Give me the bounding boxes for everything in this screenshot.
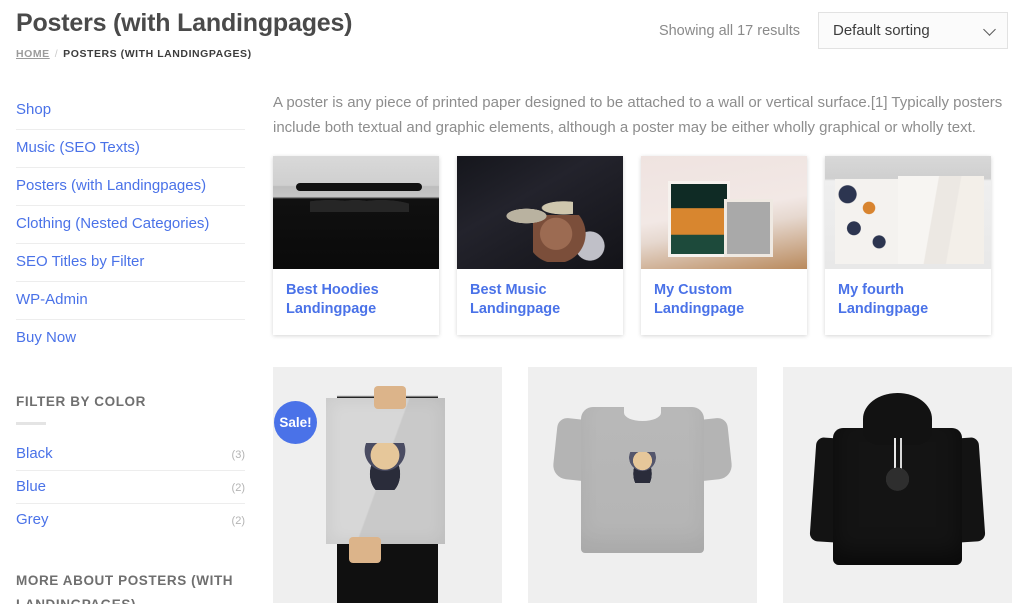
landingpage-title-link[interactable]: My Custom Landingpage <box>654 281 794 319</box>
main-content: A poster is any piece of printed paper d… <box>245 72 1024 604</box>
page-header: Posters (with Landingpages) HOME / POSTERS… <box>0 0 1024 72</box>
landingpage-title-wrap: Best Music Landingpage <box>457 269 623 335</box>
product-card[interactable] <box>783 367 1012 603</box>
sidebar-item-music[interactable]: Music (SEO Texts) <box>16 130 245 168</box>
sidebar-link-music[interactable]: Music (SEO Texts) <box>16 130 245 167</box>
breadcrumb-current: POSTERS (WITH LANDINGPAGES) <box>63 48 252 60</box>
filter-item-black[interactable]: Black (3) <box>16 438 245 471</box>
filter-link-black[interactable]: Black <box>16 445 53 462</box>
landingpage-title-wrap: Best Hoodies Landingpage <box>273 269 439 335</box>
landingpage-title-link[interactable]: Best Music Landingpage <box>470 281 610 319</box>
ninja-graphic <box>628 451 657 483</box>
category-description: A poster is any piece of printed paper d… <box>273 94 1003 136</box>
breadcrumb-separator: / <box>54 48 59 60</box>
sale-badge: Sale! <box>274 401 317 444</box>
landingpage-card[interactable]: My fourth Landingpage <box>825 156 991 335</box>
chevron-down-icon <box>983 22 996 36</box>
sidebar-item-posters[interactable]: Posters (with Landingpages) <box>16 168 245 206</box>
hoodie-hood <box>863 392 932 445</box>
landingpage-title-link[interactable]: My fourth Landingpage <box>838 281 978 319</box>
filter-widget-rule <box>16 422 46 425</box>
black-ninja-hoodie[interactable] <box>783 367 1012 603</box>
white-clothes-rack-photo <box>825 156 991 269</box>
landingpage-card[interactable]: Best Hoodies Landingpage <box>273 156 439 335</box>
sorting-select[interactable]: Default sorting <box>818 12 1008 49</box>
ninja-graphic <box>883 466 912 500</box>
ninja-graphic <box>362 442 409 490</box>
sidebar-item-clothing[interactable]: Clothing (Nested Categories) <box>16 206 245 244</box>
landingpage-card[interactable]: My Custom Landingpage <box>641 156 807 335</box>
filter-link-blue[interactable]: Blue <box>16 478 46 495</box>
sidebar-link-shop[interactable]: Shop <box>16 92 245 129</box>
filter-item-grey[interactable]: Grey (2) <box>16 504 245 536</box>
sidebar-item-buy-now[interactable]: Buy Now <box>16 320 245 357</box>
filter-link-grey[interactable]: Grey <box>16 511 49 528</box>
product-card[interactable] <box>528 367 757 603</box>
breadcrumb: HOME / POSTERS (WITH LANDINGPAGES) <box>16 47 1008 61</box>
sorting-select-value: Default sorting <box>833 22 930 39</box>
sidebar-item-shop[interactable]: Shop <box>16 92 245 130</box>
framed-posters-photo <box>641 156 807 269</box>
page-body: Shop Music (SEO Texts) Posters (with Lan… <box>0 72 1024 604</box>
shop-category-page: Posters (with Landingpages) HOME / POSTERS… <box>0 0 1024 604</box>
breadcrumb-home-link[interactable]: HOME <box>16 48 50 60</box>
sidebar-link-posters[interactable]: Posters (with Landingpages) <box>16 168 245 205</box>
filter-count-blue: (2) <box>231 482 245 494</box>
sidebar-item-wp-admin[interactable]: WP-Admin <box>16 282 245 320</box>
ninja-poster-held-by-person[interactable] <box>273 367 502 603</box>
hand-top <box>373 385 406 410</box>
landingpage-card[interactable]: Best Music Landingpage <box>457 156 623 335</box>
grey-ninja-tshirt[interactable] <box>528 367 757 603</box>
sidebar-item-seo-titles[interactable]: SEO Titles by Filter <box>16 244 245 282</box>
hand-bottom <box>348 536 381 563</box>
sidebar-link-clothing[interactable]: Clothing (Nested Categories) <box>16 206 245 243</box>
landingpage-title-link[interactable]: Best Hoodies Landingpage <box>286 281 426 319</box>
sidebar: Shop Music (SEO Texts) Posters (with Lan… <box>16 72 245 604</box>
sidebar-nav: Shop Music (SEO Texts) Posters (with Lan… <box>16 92 245 357</box>
sidebar-link-seo-titles[interactable]: SEO Titles by Filter <box>16 244 245 281</box>
drum-kit-photo <box>457 156 623 269</box>
filter-widget-title: FILTER BY COLOR <box>16 394 146 409</box>
filter-item-blue[interactable]: Blue (2) <box>16 471 245 504</box>
result-count: Showing all 17 results <box>658 22 800 39</box>
landingpage-grid: Best Hoodies Landingpage Best Music Land… <box>273 156 1024 335</box>
result-bar: Showing all 17 results Default sorting <box>659 12 1008 49</box>
landingpage-title-wrap: My Custom Landingpage <box>641 269 807 335</box>
sidebar-link-wp-admin[interactable]: WP-Admin <box>16 282 245 319</box>
product-grid: Sale! <box>273 367 1024 603</box>
filter-count-black: (3) <box>231 449 245 461</box>
filter-color-list: Black (3) Blue (2) Grey (2) <box>16 438 245 536</box>
filter-count-grey: (2) <box>231 515 245 527</box>
more-about-widget-title: MORE ABOUT POSTERS (WITH LANDINGPAGES) <box>16 573 234 604</box>
sidebar-link-buy-now[interactable]: Buy Now <box>16 320 245 357</box>
product-card[interactable]: Sale! <box>273 367 502 603</box>
hoodies-on-rack-photo <box>273 156 439 269</box>
landingpage-title-wrap: My fourth Landingpage <box>825 269 991 335</box>
